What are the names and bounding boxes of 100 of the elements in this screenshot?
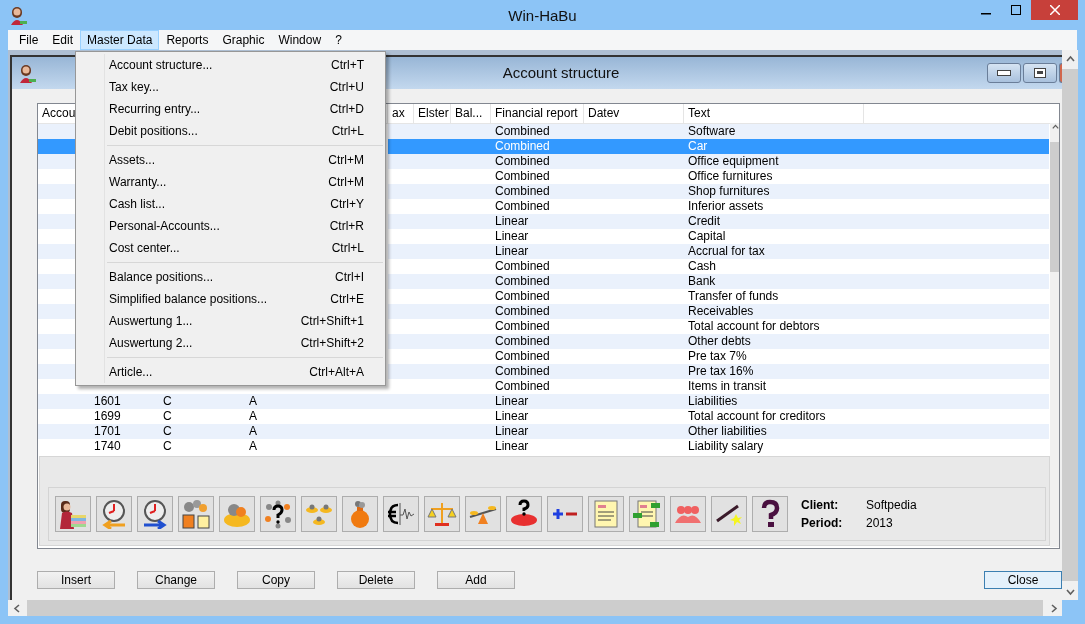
shortcut-label: Ctrl+Shift+1 <box>300 314 364 328</box>
menu-item[interactable]: Master Data <box>80 30 160 50</box>
column-header[interactable]: Datev <box>584 104 684 123</box>
column-header[interactable]: ax <box>388 104 414 123</box>
table-cell: Office equipment <box>688 154 779 169</box>
window-title: Win-HaBu <box>508 7 577 24</box>
table-cell: Total account for debtors <box>688 319 820 334</box>
shortcut-label: Ctrl+L <box>331 124 364 138</box>
menu-label: Assets... <box>109 153 155 167</box>
action-button[interactable]: Close <box>984 571 1062 589</box>
table-cell: Accrual for tax <box>688 244 765 259</box>
menu-item[interactable]: Account structure... Ctrl+T <box>76 54 385 76</box>
table-cell: Combined <box>495 289 550 304</box>
table-row[interactable]: Combined Pre tax 16% <box>388 364 1049 379</box>
table-cell: Combined <box>495 349 550 364</box>
table-row[interactable]: Combined Receivables <box>388 304 1049 319</box>
menu-item[interactable]: Warranty... Ctrl+M <box>76 171 385 193</box>
menu-item[interactable]: Personal-Accounts... Ctrl+R <box>76 215 385 237</box>
table-cell: Linear <box>495 409 529 424</box>
menu-item[interactable]: Cash list... Ctrl+Y <box>76 193 385 215</box>
menu-item[interactable]: Tax key... Ctrl+U <box>76 76 385 98</box>
table-cell: Office furnitures <box>688 169 773 184</box>
menu-item[interactable]: Recurring entry... Ctrl+D <box>76 98 385 120</box>
table-cell: Combined <box>495 274 550 289</box>
shortcut-label: Ctrl+M <box>328 175 364 189</box>
menu-label: Auswertung 2... <box>109 336 193 350</box>
menu-item[interactable]: Article... Ctrl+Alt+A <box>76 361 385 383</box>
column-header[interactable]: Text <box>684 104 864 123</box>
menu-label: Recurring entry... <box>109 102 201 116</box>
menu-item[interactable]: Cost center... Ctrl+L <box>76 237 385 259</box>
table-row[interactable]: Combined Other debts <box>388 334 1049 349</box>
menu-label: Cost center... <box>109 241 180 255</box>
table-cell: A <box>249 439 257 454</box>
menu-item[interactable]: Auswertung 2... Ctrl+Shift+2 <box>76 332 385 354</box>
table-row[interactable]: Combined Bank <box>388 274 1049 289</box>
shortcut-label: Ctrl+U <box>329 80 364 94</box>
menu-item[interactable]: Debit positions... Ctrl+L <box>76 120 385 142</box>
action-button[interactable]: Copy <box>237 571 315 589</box>
table-row[interactable]: Linear Credit <box>388 214 1049 229</box>
table-cell: Combined <box>495 124 550 139</box>
table-row[interactable]: Combined Inferior assets <box>388 199 1049 214</box>
table-row[interactable]: Combined Pre tax 7% <box>388 349 1049 364</box>
column-header[interactable]: Bal... <box>451 104 491 123</box>
table-row[interactable]: Linear Accrual for tax <box>388 244 1049 259</box>
table-cell: Linear <box>495 439 529 454</box>
table-cell: Software <box>688 124 736 139</box>
menu-label: Article... <box>109 365 153 379</box>
period-label: Period: <box>801 516 844 530</box>
table-cell: Credit <box>688 214 720 229</box>
menu-item[interactable]: File <box>12 30 46 50</box>
table-cell: Other debts <box>688 334 751 349</box>
shortcut-label: Ctrl+I <box>335 270 364 284</box>
table-row[interactable]: Linear Liabilities <box>388 394 1049 409</box>
table-row[interactable]: Linear Liability salary <box>388 439 1049 454</box>
table-row[interactable]: Combined Shop furnitures <box>388 184 1049 199</box>
table-cell: Combined <box>495 364 550 379</box>
table-cell: 1601 <box>94 394 121 409</box>
table-cell: Shop furnitures <box>688 184 770 199</box>
table-cell: 1699 <box>94 409 121 424</box>
table-row[interactable]: Combined Cash <box>388 259 1049 274</box>
menu-label: Tax key... <box>109 80 159 94</box>
table-row[interactable]: Combined Office equipment <box>388 154 1049 169</box>
table-cell: Combined <box>495 379 550 394</box>
menu-item[interactable]: Edit <box>45 30 81 50</box>
shortcut-label: Ctrl+L <box>331 241 364 255</box>
menu-item[interactable]: Balance positions... Ctrl+I <box>76 266 385 288</box>
menu-label: Account structure... <box>109 58 213 72</box>
menu-label: Debit positions... <box>109 124 198 138</box>
menu-label: Balance positions... <box>109 270 214 284</box>
menu-item[interactable]: Reports <box>159 30 216 50</box>
table-row[interactable]: Combined Total account for debtors <box>388 319 1049 334</box>
menu-label: Cash list... <box>109 197 165 211</box>
action-button[interactable]: Change <box>137 571 215 589</box>
shortcut-label: Ctrl+Shift+2 <box>300 336 364 350</box>
table-cell: Receivables <box>688 304 754 319</box>
menu-item[interactable]: Auswertung 1... Ctrl+Shift+1 <box>76 310 385 332</box>
table-cell: Linear <box>495 229 529 244</box>
menu-item[interactable]: Simplified balance positions... Ctrl+E <box>76 288 385 310</box>
table-cell: Other liabilities <box>688 424 767 439</box>
table-row[interactable]: Combined Software <box>388 124 1049 139</box>
menu-item[interactable]: Assets... Ctrl+M <box>76 149 385 171</box>
table-row[interactable]: Linear Total account for creditors <box>388 409 1049 424</box>
menu-item[interactable]: Graphic <box>215 30 272 50</box>
table-row[interactable]: Linear Other liabilities <box>388 424 1049 439</box>
action-button[interactable]: Delete <box>337 571 415 589</box>
table-row[interactable]: Linear Capital <box>388 229 1049 244</box>
table-cell: C <box>163 409 172 424</box>
menu-item[interactable]: ? <box>328 30 349 50</box>
column-header[interactable]: Financial report <box>491 104 584 123</box>
action-button[interactable]: Add <box>437 571 515 589</box>
menu-item[interactable]: Window <box>271 30 329 50</box>
column-header[interactable]: Elster <box>414 104 451 123</box>
table-row[interactable]: Combined Items in transit <box>388 379 1049 394</box>
table-row[interactable]: Combined Office furnitures <box>388 169 1049 184</box>
table-cell: Capital <box>688 229 726 244</box>
window-title: Account structure <box>502 64 620 81</box>
table-cell: Car <box>688 139 708 154</box>
action-button[interactable]: Insert <box>37 571 115 589</box>
table-row[interactable]: Combined Transfer of funds <box>388 289 1049 304</box>
period-value: 2013 <box>866 516 894 530</box>
